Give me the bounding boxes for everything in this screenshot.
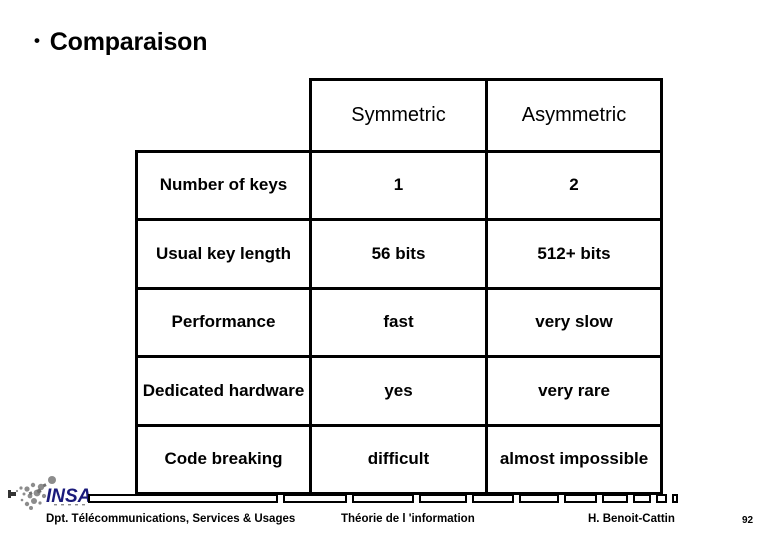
table-row: Code breaking difficult almost impossibl… [135, 424, 663, 495]
cell-dedicated-hardware-symmetric: yes [309, 355, 488, 427]
rule-segment [419, 494, 467, 503]
page-title: • Comparaison [34, 28, 208, 57]
footer-page-number: 92 [742, 515, 754, 526]
footer-course-title: Théorie de l 'information [341, 513, 475, 525]
row-label-dedicated-hardware: Dedicated hardware [135, 355, 312, 427]
rule-segment [672, 494, 678, 503]
footer-decorative-rule [88, 494, 678, 503]
cell-usual-key-length-asymmetric: 512+ bits [485, 218, 663, 290]
column-header-symmetric: Symmetric [309, 78, 488, 153]
rule-segment [656, 494, 667, 503]
page-title-text: Comparaison [49, 28, 208, 56]
table-row: Usual key length 56 bits 512+ bits [135, 218, 663, 290]
row-label-performance: Performance [135, 287, 312, 358]
row-label-number-of-keys: Number of keys [135, 150, 312, 221]
rule-segment [564, 494, 597, 503]
insa-logo-icon: INSA [8, 476, 120, 512]
rule-segment [352, 494, 414, 503]
footer-department: Dpt. Télécommunications, Services & Usag… [46, 513, 296, 525]
cell-performance-asymmetric: very slow [485, 287, 663, 358]
cell-number-of-keys-asymmetric: 2 [485, 150, 663, 221]
rule-segment [472, 494, 514, 503]
rule-segment [283, 494, 347, 503]
table-row: Dedicated hardware yes very rare [135, 355, 663, 427]
row-label-code-breaking: Code breaking [135, 424, 312, 495]
rule-segment [602, 494, 628, 503]
cell-usual-key-length-symmetric: 56 bits [309, 218, 488, 290]
cell-code-breaking-asymmetric: almost impossible [485, 424, 663, 495]
row-label-usual-key-length: Usual key length [135, 218, 312, 290]
cell-performance-symmetric: fast [309, 287, 488, 358]
cell-code-breaking-symmetric: difficult [309, 424, 488, 495]
rule-segment [88, 494, 278, 503]
comparison-table: Symmetric Asymmetric Number of keys 1 2 … [135, 78, 663, 495]
bullet-glyph: • [34, 31, 40, 50]
table-row: Performance fast very slow [135, 287, 663, 358]
column-header-asymmetric: Asymmetric [485, 78, 663, 153]
table-corner-cell [137, 80, 311, 152]
rule-segment [519, 494, 559, 503]
table-header-row: Symmetric Asymmetric [137, 78, 663, 153]
footer-author: H. Benoit-Cattin [588, 513, 675, 525]
table-row: Number of keys 1 2 [135, 150, 663, 221]
svg-text:INSA: INSA [46, 486, 91, 507]
cell-number-of-keys-symmetric: 1 [309, 150, 488, 221]
cell-dedicated-hardware-asymmetric: very rare [485, 355, 663, 427]
rule-segment [633, 494, 651, 503]
